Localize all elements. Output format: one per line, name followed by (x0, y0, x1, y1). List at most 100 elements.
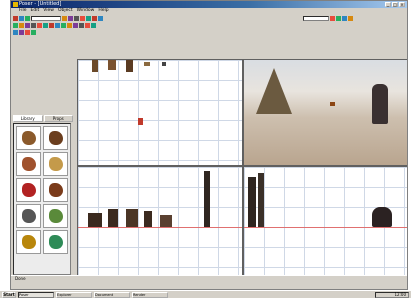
anim-icon[interactable] (85, 23, 90, 28)
figure-front-3[interactable] (126, 209, 138, 227)
toolbar-right (303, 15, 353, 22)
small-figure[interactable] (330, 102, 335, 106)
menu-window[interactable]: Window (77, 8, 95, 14)
beast-icon (48, 131, 63, 145)
figure-front-2[interactable] (108, 209, 118, 227)
thumb-dancer[interactable] (43, 178, 68, 202)
figure-front-5[interactable] (160, 215, 172, 227)
menu-help[interactable]: Help (98, 8, 108, 14)
thumb-knight[interactable] (16, 204, 41, 228)
morph-icon[interactable] (31, 23, 36, 28)
creature-right[interactable] (372, 207, 392, 227)
viewport-perspective[interactable] (243, 59, 407, 166)
bone-icon[interactable] (37, 23, 42, 28)
dancer-icon (48, 183, 63, 197)
figure-top-5[interactable] (162, 62, 166, 66)
thumb-plant[interactable] (43, 230, 68, 254)
menu-view[interactable]: View (43, 8, 54, 14)
chain-icon[interactable] (19, 30, 24, 35)
frame-icon[interactable] (348, 16, 353, 21)
pose-icon[interactable] (43, 23, 48, 28)
color-icon[interactable] (92, 16, 97, 21)
minimize-button[interactable]: _ (385, 2, 391, 7)
menu-file[interactable]: File (19, 8, 27, 14)
thumb-lizard[interactable] (16, 230, 41, 254)
hair-icon[interactable] (55, 23, 60, 28)
toolbar-row-1 (13, 15, 103, 22)
save-icon[interactable] (25, 16, 30, 21)
rotate-icon[interactable] (62, 16, 67, 21)
figure-top-1[interactable] (92, 60, 98, 72)
ik-icon[interactable] (25, 30, 30, 35)
thumb-beast[interactable] (43, 126, 68, 150)
content-icon[interactable] (79, 23, 84, 28)
grab-icon[interactable] (98, 16, 103, 21)
taper-icon[interactable] (86, 16, 91, 21)
camera-selector[interactable] (303, 16, 329, 21)
tower-front[interactable] (204, 171, 210, 227)
scorpion-icon (48, 157, 63, 171)
new-icon[interactable] (13, 16, 18, 21)
ground-line-front (78, 227, 242, 228)
open-icon[interactable] (19, 16, 24, 21)
system-tray-clock: 12:00 (375, 291, 409, 298)
translate-icon[interactable] (74, 16, 79, 21)
thumb-warrior[interactable] (16, 126, 41, 150)
title-bar: Poser - [Untitled] _ □ × (11, 1, 407, 8)
figure-front-1[interactable] (88, 213, 102, 227)
plant-icon (48, 235, 63, 249)
menu-object[interactable]: Object (58, 8, 73, 14)
figure-front-4[interactable] (144, 211, 152, 227)
library-thumbnails (13, 123, 71, 275)
menu-edit[interactable]: Edit (31, 8, 40, 14)
window-controls: _ □ × (385, 2, 405, 7)
task-item-document[interactable]: Document (94, 291, 130, 298)
tower-right-2[interactable] (258, 173, 264, 227)
taskbar: Start Poser Explorer Document Render 12:… (0, 290, 411, 298)
keyframe-icon[interactable] (91, 23, 96, 28)
twist-icon[interactable] (68, 16, 73, 21)
zoom-icon[interactable] (330, 16, 335, 21)
viewport-top[interactable] (77, 59, 243, 166)
task-item-poser[interactable]: Poser (18, 291, 54, 298)
symmetry-icon[interactable] (31, 30, 36, 35)
light-icon[interactable] (13, 23, 18, 28)
cloth-icon[interactable] (61, 23, 66, 28)
tab-props[interactable]: Props (43, 115, 73, 122)
tower-right[interactable] (248, 177, 256, 227)
ground-line-right (244, 227, 407, 228)
left-panel: Library Props (11, 45, 77, 277)
scale-icon[interactable] (80, 16, 85, 21)
pan-icon[interactable] (336, 16, 341, 21)
dragon-icon (21, 183, 36, 197)
maximize-button[interactable]: □ (392, 2, 398, 7)
select-icon[interactable] (13, 30, 18, 35)
figure-top-3[interactable] (126, 60, 133, 72)
viewport-front[interactable] (77, 166, 243, 277)
creature-figure[interactable] (372, 84, 388, 124)
figure-selector[interactable] (31, 16, 61, 21)
close-button[interactable]: × (399, 2, 405, 7)
setup-icon[interactable] (73, 23, 78, 28)
thumb-archer[interactable] (16, 152, 41, 176)
figure-top-2[interactable] (108, 60, 116, 70)
figure-top-4[interactable] (144, 62, 150, 66)
tower-shape (256, 68, 292, 114)
start-button[interactable]: Start (2, 291, 16, 298)
viewport-right[interactable] (243, 166, 407, 277)
face-icon[interactable] (67, 23, 72, 28)
material-icon[interactable] (49, 23, 54, 28)
thumb-scorpion[interactable] (43, 152, 68, 176)
figure-top-center[interactable] (138, 118, 143, 125)
tab-library[interactable]: Library (13, 115, 43, 122)
task-item-explorer[interactable]: Explorer (56, 291, 92, 298)
window-title: Poser - [Untitled] (19, 1, 62, 7)
app-icon (13, 2, 18, 7)
warrior-icon (21, 131, 36, 145)
render-icon[interactable] (25, 23, 30, 28)
task-item-render[interactable]: Render (132, 291, 168, 298)
thumb-serpent[interactable] (43, 204, 68, 228)
thumb-dragon[interactable] (16, 178, 41, 202)
camera-icon[interactable] (19, 23, 24, 28)
orbit-icon[interactable] (342, 16, 347, 21)
